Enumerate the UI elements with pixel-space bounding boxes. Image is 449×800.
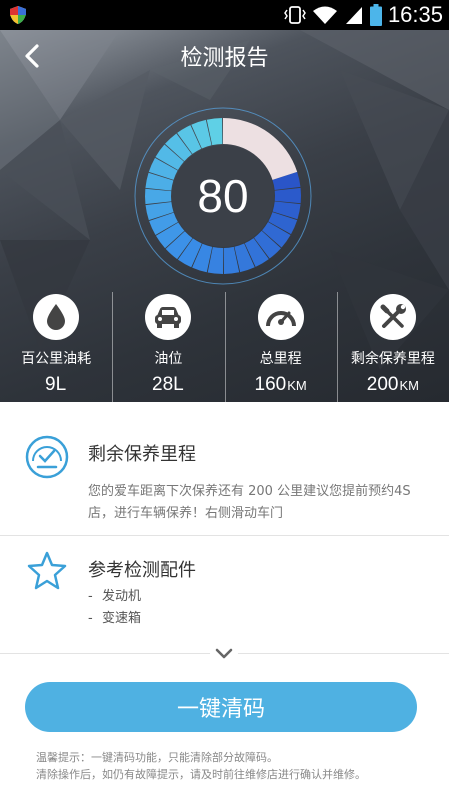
stat-value: 28L (152, 374, 184, 395)
maintenance-card[interactable]: 剩余保养里程 您的爱车距离下次保养还有 200 公里建议您提前预约4S店，进行车… (0, 402, 449, 536)
stat-label: 剩余保养里程 (350, 351, 435, 367)
tips: 温馨提示：一键清码功能，只能清除部分故障码。 清除操作后，如仍有故障提示，请及时… (36, 749, 436, 783)
stat-remaining-maintenance: 剩余保养里程 200KM (336, 292, 449, 402)
list-item: 变速箱 (88, 608, 141, 630)
wifi-icon (312, 6, 337, 24)
maintenance-desc: 您的爱车距离下次保养还有 200 公里建议您提前预约4S店，进行车辆保养！右侧滑… (88, 484, 411, 521)
stat-label: 总里程 (259, 351, 302, 367)
tip-line: 清除操作后，如仍有故障提示，请及时前往维修店进行确认并维修。 (36, 768, 366, 781)
stat-label: 百公里油耗 (21, 351, 92, 367)
tip-line: 温馨提示：一键清码功能，只能清除部分故障码。 (36, 751, 278, 764)
battery-icon (369, 4, 382, 26)
stat-value: 200KM (366, 374, 419, 395)
chevron-down-icon (215, 648, 233, 659)
parts-title: 参考检测配件 (88, 560, 196, 581)
water-drop-icon (33, 294, 80, 340)
stat-value: 160KM (254, 374, 307, 395)
vibrate-icon (284, 6, 306, 24)
stat-fuel-consumption: 百公里油耗 9L (0, 292, 112, 402)
maintenance-title: 剩余保养里程 (88, 444, 196, 465)
shield-icon (10, 6, 26, 24)
stat-fuel-level: 油位 28L (112, 292, 224, 402)
list-item: 发动机 (88, 586, 141, 608)
car-icon (145, 294, 192, 340)
stat-label: 油位 (154, 351, 183, 367)
score-value: 80 (197, 170, 249, 222)
signal-icon (345, 7, 362, 24)
clear-codes-button[interactable]: 一键清码 (25, 682, 417, 732)
stat-total-mileage: 总里程 160KM (224, 292, 337, 402)
stats-row: 百公里油耗 9L 油位 28L 总里程 160KM 剩余保养里程 200KM (0, 292, 449, 402)
dashboard-gauge-icon (25, 435, 69, 479)
expand-button[interactable] (210, 642, 238, 666)
speedometer-icon (257, 294, 304, 340)
wrench-screwdriver-icon (369, 294, 416, 340)
page-title: 检测报告 (180, 45, 269, 70)
report-header: 检测报告 80 百公里油耗 9L 油位 28L 总里程 160KM 剩余保养里程… (0, 30, 449, 402)
status-time: 16:35 (387, 2, 443, 27)
status-bar: 16:35 (0, 0, 449, 30)
stat-value: 9L (45, 374, 67, 395)
parts-card[interactable]: 参考检测配件 发动机 变速箱 (0, 537, 449, 645)
star-icon (27, 551, 67, 590)
parts-list: 发动机 变速箱 (88, 586, 141, 630)
